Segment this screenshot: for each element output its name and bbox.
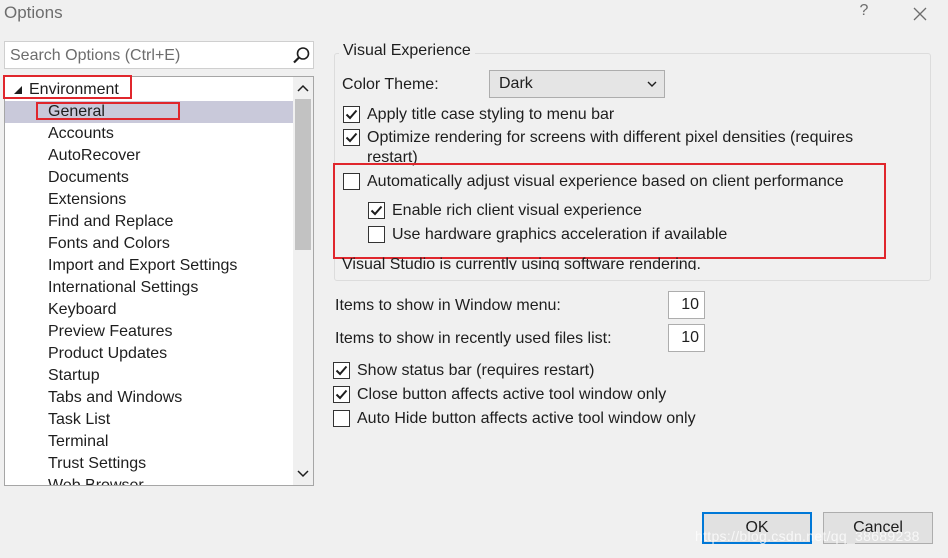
tree-root-label: Environment (29, 81, 119, 98)
auto-adjust-checkbox[interactable] (343, 173, 360, 190)
close-icon (913, 7, 927, 21)
tree-item-keyboard[interactable]: Keyboard (5, 299, 293, 321)
cancel-button[interactable]: Cancel (823, 512, 933, 544)
hardware-acceleration-checkbox[interactable] (368, 226, 385, 243)
hardware-acceleration-label[interactable]: Use hardware graphics acceleration if av… (392, 226, 727, 244)
tree-item-general[interactable]: General (5, 101, 293, 123)
search-input[interactable] (10, 45, 280, 67)
tree-item-autorecover[interactable]: AutoRecover (5, 145, 293, 167)
color-theme-label: Color Theme: (342, 76, 439, 93)
enable-rich-client-checkbox[interactable] (368, 202, 385, 219)
window-menu-items-label: Items to show in Window menu: (335, 297, 561, 314)
optimize-rendering-label-cont[interactable]: restart) (367, 149, 418, 167)
tree-item-find-and-replace[interactable]: Find and Replace (5, 211, 293, 233)
checkmark-icon (335, 389, 348, 400)
optimize-rendering-checkbox[interactable] (343, 129, 360, 146)
window-title: Options (4, 3, 63, 22)
tree-item-preview-features[interactable]: Preview Features (5, 321, 293, 343)
close-button-affects-checkbox[interactable] (333, 386, 350, 403)
tree-item-fonts-and-colors[interactable]: Fonts and Colors (5, 233, 293, 255)
checkmark-icon (345, 109, 358, 120)
apply-title-case-checkbox[interactable] (343, 106, 360, 123)
tree-item-tabs-and-windows[interactable]: Tabs and Windows (5, 387, 293, 409)
color-theme-select[interactable]: Dark (489, 70, 665, 98)
chevron-up-icon[interactable] (297, 83, 309, 95)
ok-button[interactable]: OK (702, 512, 812, 544)
window-menu-items-input[interactable]: 10 (668, 291, 705, 319)
optimize-rendering-label[interactable]: Optimize rendering for screens with diff… (367, 129, 853, 147)
color-theme-value: Dark (499, 75, 533, 92)
search-box (4, 41, 314, 69)
visual-experience-title: Visual Experience (339, 42, 475, 60)
tree-item-terminal[interactable]: Terminal (5, 431, 293, 453)
tree-item-task-list[interactable]: Task List (5, 409, 293, 431)
chevron-down-icon[interactable] (297, 467, 309, 479)
expanded-triangle-icon[interactable] (13, 85, 23, 95)
tree-scrollbar[interactable] (293, 77, 313, 485)
auto-hide-affects-checkbox[interactable] (333, 410, 350, 427)
tree-item-startup[interactable]: Startup (5, 365, 293, 387)
apply-title-case-label[interactable]: Apply title case styling to menu bar (367, 106, 614, 124)
checkmark-icon (335, 365, 348, 376)
options-tree: Environment General Accounts AutoRecover… (4, 76, 314, 486)
auto-hide-affects-label[interactable]: Auto Hide button affects active tool win… (357, 410, 696, 428)
help-button[interactable]: ? (854, 2, 874, 24)
recent-files-items-input[interactable]: 10 (668, 324, 705, 352)
recent-files-items-label: Items to show in recently used files lis… (335, 330, 612, 347)
show-status-bar-label[interactable]: Show status bar (requires restart) (357, 362, 594, 380)
scroll-thumb[interactable] (295, 99, 311, 250)
tree-item-product-updates[interactable]: Product Updates (5, 343, 293, 365)
tree-item-import-export[interactable]: Import and Export Settings (5, 255, 293, 277)
show-status-bar-checkbox[interactable] (333, 362, 350, 379)
tree-item-web-browser[interactable]: Web Browser (5, 475, 293, 485)
tree-item-accounts[interactable]: Accounts (5, 123, 293, 145)
tree-item-documents[interactable]: Documents (5, 167, 293, 189)
tree-item-extensions[interactable]: Extensions (5, 189, 293, 211)
chevron-down-icon (647, 81, 657, 87)
checkmark-icon (370, 205, 383, 216)
checkmark-icon (345, 132, 358, 143)
close-button[interactable] (908, 2, 932, 26)
auto-adjust-label[interactable]: Automatically adjust visual experience b… (367, 173, 844, 191)
tree-item-trust-settings[interactable]: Trust Settings (5, 453, 293, 475)
close-button-affects-label[interactable]: Close button affects active tool window … (357, 386, 666, 404)
tree-item-international[interactable]: International Settings (5, 277, 293, 299)
enable-rich-client-label[interactable]: Enable rich client visual experience (392, 202, 642, 220)
rendering-status-text: Visual Studio is currently using softwar… (342, 256, 701, 270)
search-icon[interactable] (292, 46, 311, 65)
